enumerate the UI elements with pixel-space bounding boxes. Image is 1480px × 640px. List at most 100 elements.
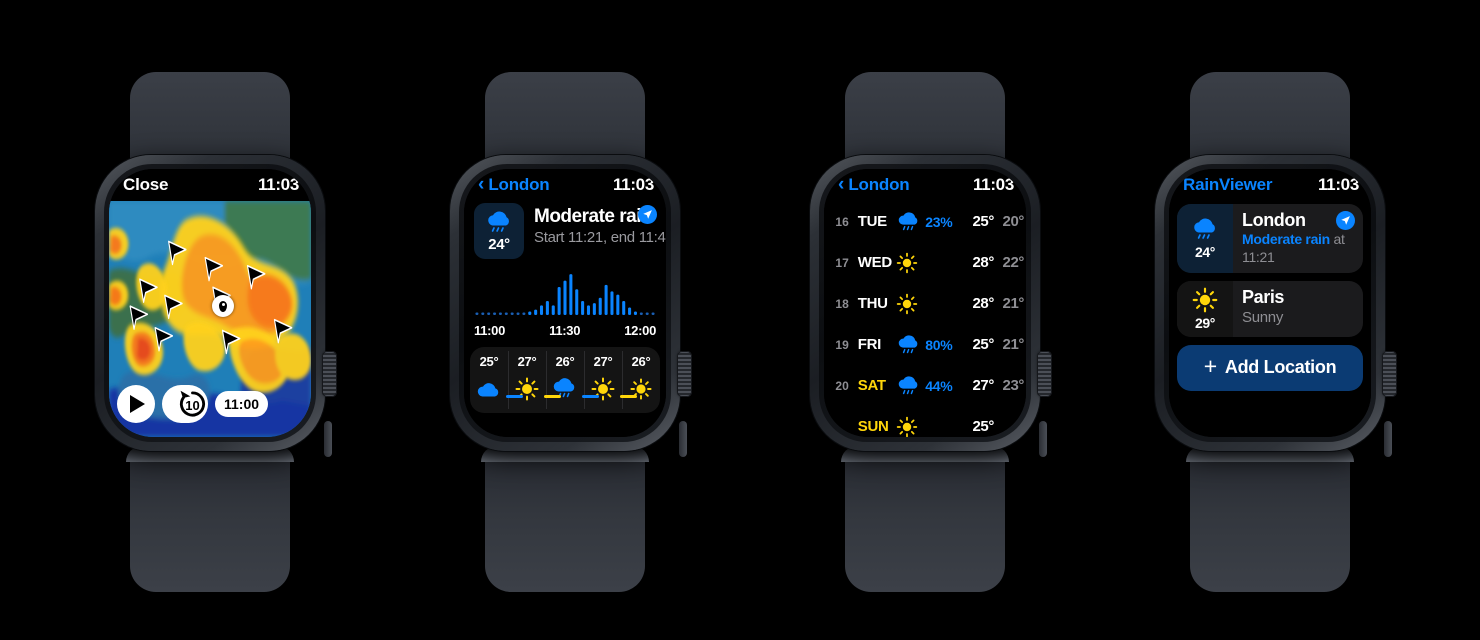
radar-map[interactable]: 10 11:00 [109,201,311,437]
day-condition: 23% [896,210,964,234]
location-description: Moderate rain at [1242,231,1345,249]
location-name: Paris [1242,286,1285,307]
chart-bar [616,294,620,315]
connector-line [582,395,600,398]
chart-bar [563,280,567,315]
side-button[interactable] [324,421,332,457]
precip-chance: 44% [925,377,953,394]
chart-bar [528,311,532,315]
location-card-paris[interactable]: 29° Paris Sunny [1177,280,1363,337]
watch-radar-map: Close 11:03 10 11:00 [60,0,360,640]
table-row[interactable]: SUN 25° [830,406,1024,437]
day-condition: 44% [896,374,964,398]
digital-crown[interactable] [677,351,692,397]
forecast-temp: 27° [593,354,613,369]
watch-case: RainViewer 11:03 24° London Moderate rai… [1155,155,1397,457]
axis-end: 12:00 [624,323,656,338]
chart-bar [581,301,585,315]
app-title: RainViewer [1183,175,1273,194]
rain-cloud-icon [899,334,918,353]
page-title: London [848,175,910,194]
rain-cloud-icon [899,211,918,230]
location-card-london[interactable]: 24° London Moderate rain at 11:21 [1177,204,1363,273]
precipitation-bars [475,274,655,315]
location-arrow-badge[interactable] [638,205,657,224]
back-nav[interactable]: ‹ London [478,173,550,195]
chart-baseline-dash [493,312,497,315]
side-button[interactable] [1039,421,1047,457]
condition-highlight: Moderate rain [1242,231,1330,247]
day-condition [896,252,964,274]
condition-subtitle: Start 11:21, end 11:49 [534,229,666,246]
connector-line [544,395,562,398]
rain-cloud-icon [488,211,509,232]
sun-icon [1192,287,1218,312]
radar-controls: 10 11:00 [117,385,269,423]
watch-screen: ‹ London 11:03 24° Moderate rain Start 1… [464,169,666,437]
day-number: 19 [835,337,849,352]
temp-low: 22° [1002,254,1025,271]
table-row[interactable]: 19 FRI 80% 25° 21° [830,324,1024,365]
watch-london-detail: ‹ London 11:03 24° Moderate rain Start 1… [415,0,715,640]
forecast-cell: 25° [470,347,508,413]
digital-crown[interactable] [322,351,337,397]
location-arrow-icon [1341,216,1350,225]
side-button[interactable] [679,421,687,457]
current-condition-card[interactable]: 24° Moderate rain Start 11:21, end 11:49 [464,201,666,259]
rewind-10-button[interactable]: 10 [162,385,208,423]
chart-baseline-dash [475,312,479,315]
chevron-left-icon: ‹ [838,173,845,195]
close-button[interactable]: Close [123,175,168,195]
chart-bar [551,305,555,315]
add-location-button[interactable]: + Add Location [1177,344,1363,391]
digital-crown[interactable] [1037,351,1052,397]
location-tile: 24° [1177,204,1233,273]
watch-london-daily: ‹ London 11:03 16 TUE 23% 25° 20° 17 WED [775,0,1075,640]
table-row[interactable]: 16 TUE 23% 25° 20° [830,201,1024,242]
status-bar: RainViewer 11:03 [1169,169,1371,201]
location-time: 11:21 [1242,248,1275,265]
watch-case: Close 11:03 10 11:00 [95,155,337,457]
five-day-strip[interactable]: 25° 27° 26° 27° 26° [470,347,660,413]
chart-baseline-dash [504,312,508,315]
temp-low: 23° [1002,377,1025,394]
chart-bar [598,297,602,315]
chart-bar [539,305,544,315]
chart-bar [592,303,596,315]
temp-high: 27° [972,377,994,394]
forecast-cell: 27° [508,347,546,413]
temp-low: 21° [1002,336,1025,353]
chevron-left-icon: ‹ [478,173,485,195]
table-row[interactable]: 18 THU 28° 21° [830,283,1024,324]
daily-forecast-list[interactable]: 16 TUE 23% 25° 20° 17 WED 28° 22° 18 THU… [824,201,1026,437]
chart-baseline-dash [651,312,655,315]
table-row[interactable]: 17 WED 28° 22° [830,242,1024,283]
precipitation-chart [464,259,666,321]
status-time: 11:03 [257,175,299,194]
chart-bar [557,287,561,315]
forecast-temp: 25° [479,354,499,369]
day-name: FRI [857,336,882,353]
chart-baseline-dash [645,312,649,315]
location-arrow-badge[interactable] [1336,211,1355,230]
condition-tile: 24° [474,203,524,259]
chart-bar [633,311,637,315]
watch-band-bottom [126,446,294,592]
location-arrow-icon [643,210,652,219]
digital-crown[interactable] [1382,351,1397,397]
watch-screen: Close 11:03 10 11:00 [109,169,311,437]
sun-icon [897,293,918,314]
day-name: THU [857,295,888,312]
location-temp: 29° [1195,314,1215,331]
day-condition [896,416,964,438]
back-nav[interactable]: ‹ London [838,173,910,195]
connector-line [620,395,638,398]
temp-high: 25° [972,418,994,435]
table-row[interactable]: 20 SAT 44% 27° 23° [830,365,1024,406]
status-time: 11:03 [1317,175,1359,194]
watch-band-bottom [1186,446,1354,592]
day-name: SAT [857,377,886,394]
side-button[interactable] [1384,421,1392,457]
chart-baseline-dash [498,312,502,315]
chart-bar [569,274,573,315]
